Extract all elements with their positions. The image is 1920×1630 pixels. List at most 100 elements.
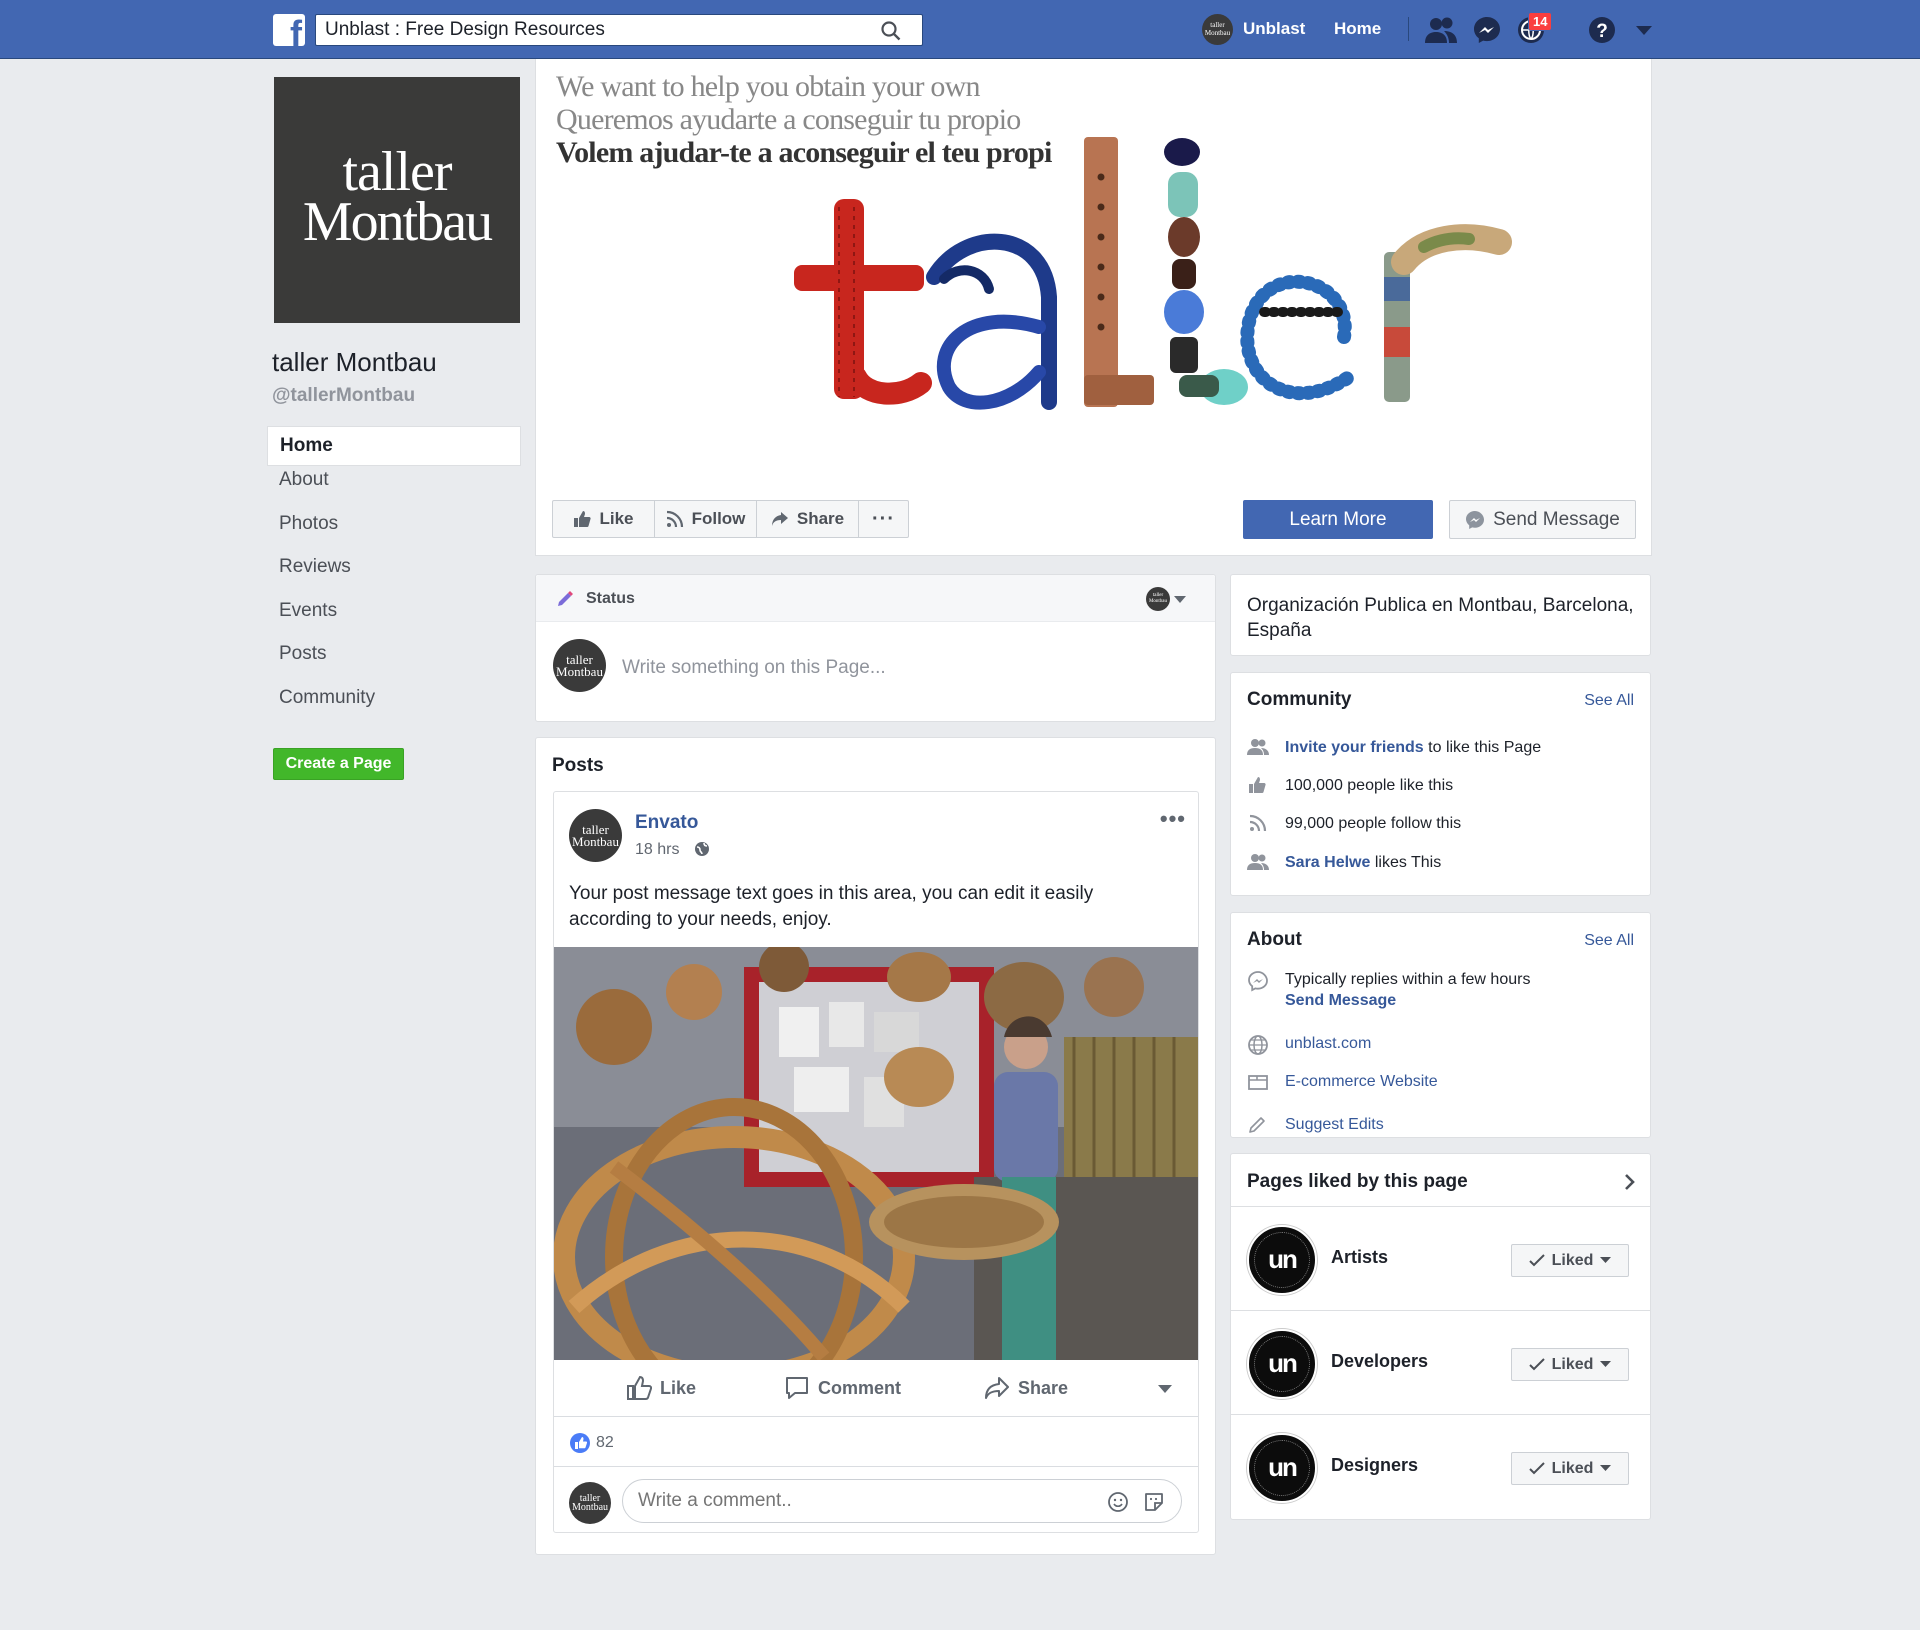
- post-photo-workshop[interactable]: [554, 947, 1198, 1360]
- post-like-label: Like: [660, 1377, 697, 1398]
- post: taller Montbau Envato 18 hrs ••• Your pos…: [553, 791, 1199, 1533]
- pages-liked-title: Pages liked by this page: [1247, 1171, 1468, 1192]
- post-author-name[interactable]: Envato: [635, 812, 698, 834]
- nav-item-home[interactable]: Home: [267, 426, 521, 466]
- help-icon[interactable]: ?: [1587, 15, 1617, 45]
- cover-card: We want to help you obtain your own Quer…: [535, 59, 1652, 556]
- friends-icon: [1247, 854, 1269, 870]
- nav-item-reviews[interactable]: Reviews: [267, 556, 521, 600]
- about-see-all-link[interactable]: See All: [1584, 932, 1634, 950]
- friend-requests-icon[interactable]: [1424, 15, 1458, 45]
- post-comment-button[interactable]: Comment: [784, 1375, 901, 1401]
- more-options-button[interactable]: ···: [858, 500, 909, 538]
- post-action-bar: Like Comment Share: [554, 1360, 1198, 1417]
- page-name[interactable]: taller Montbau: [272, 347, 437, 378]
- account-menu-caret-icon[interactable]: [1636, 26, 1652, 36]
- thumbs-up-outline-icon: [627, 1375, 652, 1400]
- liked-page-name[interactable]: Artists: [1331, 1247, 1388, 1268]
- liked-dropdown-button[interactable]: Liked: [1511, 1244, 1629, 1277]
- post-options-icon[interactable]: •••: [1160, 806, 1186, 832]
- post-share-label: Share: [1018, 1377, 1069, 1398]
- page-category-location: Organización Publica en Montbau, Barcelo…: [1247, 595, 1634, 641]
- profile-link[interactable]: Unblast: [1243, 19, 1305, 39]
- profile-picture-text-line2: Montbau: [302, 191, 493, 253]
- follow-page-button[interactable]: Follow: [654, 500, 757, 538]
- invite-friends-row: Invite your friends to like this Page: [1247, 737, 1541, 758]
- nav-item-community[interactable]: Community: [267, 687, 521, 731]
- checkmark-icon: [1528, 1254, 1545, 1267]
- comment-input[interactable]: [623, 1480, 1093, 1522]
- nav-item-posts[interactable]: Posts: [267, 643, 521, 687]
- notification-count-badge: 14: [1528, 12, 1553, 31]
- about-card: About See All Typically replies within a…: [1230, 912, 1651, 1138]
- page-category-card: Organización Publica en Montbau, Barcelo…: [1230, 574, 1651, 656]
- cover-photo[interactable]: We want to help you obtain your own Quer…: [536, 59, 1651, 482]
- website-link[interactable]: unblast.com: [1285, 1033, 1371, 1054]
- ecommerce-row: E-commerce Website: [1247, 1071, 1438, 1092]
- checkmark-icon: [1528, 1358, 1545, 1371]
- about-send-message-link[interactable]: Send Message: [1285, 992, 1396, 1009]
- user-avatar[interactable]: taller Montbau: [1202, 14, 1233, 45]
- liked-page-name[interactable]: Designers: [1331, 1455, 1418, 1476]
- letter-a-blue-ribbon: [926, 233, 1057, 410]
- post-author-avatar[interactable]: taller Montbau: [569, 809, 622, 862]
- post-reactions[interactable]: 82: [569, 1432, 614, 1454]
- liked-dropdown-button[interactable]: Liked: [1511, 1452, 1629, 1485]
- share-page-button[interactable]: Share: [756, 500, 859, 538]
- post-like-button[interactable]: Like: [626, 1375, 696, 1401]
- chevron-down-icon[interactable]: [1158, 1385, 1172, 1394]
- like-page-button[interactable]: Like: [552, 500, 655, 538]
- liked-page-name[interactable]: Developers: [1331, 1351, 1428, 1372]
- comment-composer: taller Montbau: [554, 1466, 1198, 1532]
- status-input[interactable]: Write something on this Page...: [622, 657, 886, 679]
- chevron-down-icon: [1600, 1257, 1612, 1263]
- search-icon[interactable]: [880, 20, 902, 42]
- nav-item-photos[interactable]: Photos: [267, 513, 521, 557]
- community-title: Community: [1247, 689, 1352, 710]
- chevron-down-icon[interactable]: [1174, 596, 1186, 604]
- learn-more-button[interactable]: Learn More: [1243, 500, 1433, 539]
- friend-likes-text: likes This: [1374, 854, 1442, 871]
- status-tab[interactable]: Status: [586, 590, 635, 608]
- suggest-edits-link[interactable]: Suggest Edits: [1285, 1114, 1384, 1135]
- sticker-icon[interactable]: [1143, 1491, 1165, 1513]
- friends-icon: [1247, 739, 1269, 755]
- letter-e-blue-beads: [1240, 274, 1356, 401]
- post-share-button[interactable]: Share: [984, 1375, 1068, 1401]
- cover-tagline-english: We want to help you obtain your own: [556, 70, 980, 103]
- send-message-label: Send Message: [1493, 508, 1620, 530]
- pages-liked-header[interactable]: Pages liked by this page: [1231, 1154, 1650, 1207]
- facebook-logo-icon[interactable]: f: [273, 14, 305, 46]
- send-message-button[interactable]: Send Message: [1449, 500, 1636, 539]
- chevron-down-icon: [1600, 1361, 1612, 1367]
- messenger-icon: [1466, 510, 1485, 529]
- likes-count[interactable]: 100,000 people like this: [1285, 775, 1453, 796]
- ecommerce-link[interactable]: E-commerce Website: [1285, 1071, 1438, 1092]
- emoji-icon[interactable]: [1107, 1491, 1129, 1513]
- create-page-button[interactable]: Create a Page: [273, 748, 404, 780]
- home-link[interactable]: Home: [1334, 19, 1381, 39]
- page-handle[interactable]: @tallerMontbau: [272, 385, 415, 407]
- post-timestamp[interactable]: 18 hrs: [635, 841, 679, 859]
- liked-label: Liked: [1551, 1355, 1594, 1373]
- website-row: unblast.com: [1247, 1033, 1371, 1056]
- community-see-all-link[interactable]: See All: [1584, 692, 1634, 710]
- share-label: Share: [796, 509, 845, 528]
- page-profile-picture[interactable]: taller Montbau: [274, 77, 520, 323]
- chevron-down-icon: [1600, 1465, 1612, 1471]
- nav-item-about[interactable]: About: [267, 469, 521, 513]
- liked-page-avatar[interactable]: un: [1247, 1329, 1317, 1399]
- pencil-icon: [558, 591, 573, 606]
- liked-dropdown-button[interactable]: Liked: [1511, 1348, 1629, 1381]
- nav-item-events[interactable]: Events: [267, 600, 521, 644]
- follows-count[interactable]: 99,000 people follow this: [1285, 813, 1461, 834]
- page-action-buttons: Like Follow Share ···: [552, 500, 909, 538]
- messenger-icon[interactable]: [1472, 15, 1502, 45]
- liked-page-avatar[interactable]: un: [1247, 1225, 1317, 1295]
- invite-friends-link[interactable]: Invite your friends: [1285, 739, 1424, 756]
- friend-name-link[interactable]: Sara Helwe: [1285, 854, 1370, 871]
- chevron-right-icon[interactable]: [1624, 1173, 1636, 1191]
- search-input[interactable]: [316, 15, 876, 45]
- posting-as-avatar[interactable]: taller Montbau: [1146, 587, 1170, 611]
- liked-page-avatar[interactable]: un: [1247, 1433, 1317, 1503]
